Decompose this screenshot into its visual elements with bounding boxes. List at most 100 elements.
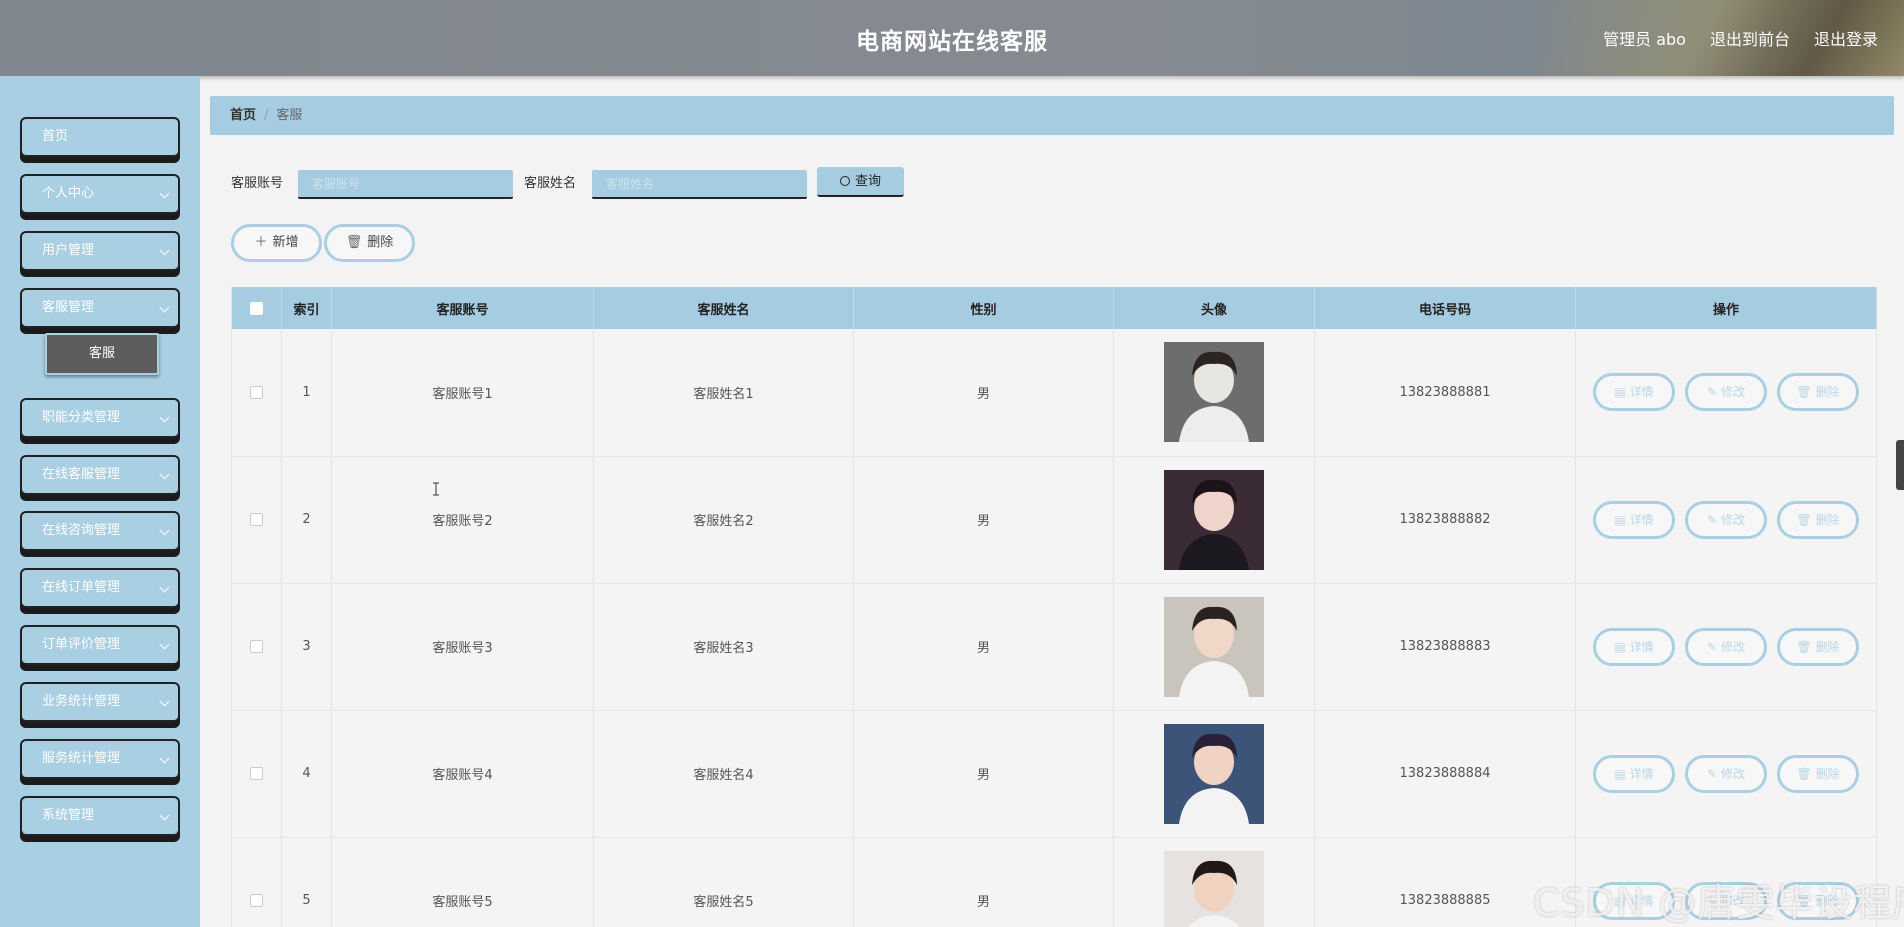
- detail-button[interactable]: ▤ 详情: [1593, 500, 1675, 539]
- name-cell: 客服姓名5: [593, 837, 854, 927]
- name-search-label: 客服姓名: [524, 176, 577, 191]
- column-header: 客服账号: [331, 287, 594, 329]
- sidebar-item-service-stats-management[interactable]: 服务统计管理: [20, 739, 180, 779]
- chevron-down-icon: [159, 696, 170, 707]
- delete-button[interactable]: 🗑 删除: [1777, 627, 1859, 666]
- actions-cell: ▤ 详情 ✎ 修改 🗑 删除: [1575, 456, 1877, 584]
- table-row[interactable]: 3 客服账号3 客服姓名3 男 13823888883 ▤ 详情 ✎ 修改 🗑 删除: [231, 583, 1877, 711]
- top-header: 电商网站在线客服 管理员 abo 退出到前台 退出登录: [0, 0, 1904, 76]
- delete-button[interactable]: 🗑 删除: [1777, 754, 1859, 793]
- trash-icon: 🗑: [1796, 385, 1812, 400]
- name-cell: 客服姓名2: [593, 456, 854, 584]
- breadcrumb: 首页 / 客服: [210, 96, 1894, 135]
- select-all-cell: [231, 287, 282, 329]
- detail-button-label: 详情: [1629, 512, 1654, 527]
- admin-user-link[interactable]: 管理员 abo: [1603, 26, 1686, 50]
- index-cell: 1: [281, 329, 332, 457]
- query-button-label: 查询: [854, 174, 881, 189]
- plus-icon: ＋: [254, 235, 268, 250]
- sidebar-item-label: 用户管理: [42, 243, 95, 258]
- phone-cell: 13823888884: [1314, 710, 1576, 838]
- pencil-icon: ✎: [1706, 385, 1718, 400]
- delete-button-label: 删除: [1815, 385, 1840, 400]
- add-button[interactable]: ＋ 新增: [231, 224, 322, 262]
- document-icon: ▤: [1614, 766, 1626, 781]
- sidebar-item-business-stats-management[interactable]: 业务统计管理: [20, 682, 180, 722]
- account-cell: 客服账号2: [331, 456, 594, 584]
- account-cell: 客服账号4: [331, 710, 594, 838]
- chevron-down-icon: [159, 412, 170, 423]
- delete-button[interactable]: 🗑 删除: [1777, 500, 1859, 539]
- sidebar-item-customer-service-management[interactable]: 客服管理: [20, 288, 180, 328]
- sidebar-item-online-order-management[interactable]: 在线订单管理: [20, 568, 180, 608]
- table-row[interactable]: 2 客服账号2 客服姓名2 男 13823888882 ▤ 详情 ✎ 修改 🗑 删除: [231, 456, 1877, 584]
- page-scrollbar-handle[interactable]: [1896, 440, 1904, 490]
- edit-button[interactable]: ✎ 修改: [1685, 754, 1767, 793]
- sidebar-item-home[interactable]: 首页: [20, 117, 180, 157]
- edit-button[interactable]: ✎ 修改: [1685, 373, 1767, 412]
- chevron-down-icon: [159, 525, 170, 536]
- detail-button[interactable]: ▤ 详情: [1593, 754, 1675, 793]
- sidebar-item-system-management[interactable]: 系统管理: [20, 796, 180, 836]
- detail-button-label: 详情: [1629, 639, 1654, 654]
- edit-button[interactable]: ✎ 修改: [1685, 500, 1767, 539]
- row-checkbox[interactable]: [250, 513, 263, 526]
- gender-cell: 男: [853, 583, 1114, 711]
- row-checkbox[interactable]: [250, 640, 263, 653]
- back-to-frontend-link[interactable]: 退出到前台: [1710, 26, 1790, 50]
- select-all-checkbox[interactable]: [250, 301, 263, 315]
- row-checkbox[interactable]: [250, 385, 263, 399]
- breadcrumb-home[interactable]: 首页: [230, 108, 256, 123]
- sidebar-item-label: 个人中心: [42, 186, 95, 201]
- row-checkbox[interactable]: [250, 767, 263, 780]
- table-row[interactable]: 4 客服账号4 客服姓名4 男 13823888884 ▤ 详情 ✎ 修改 🗑 删除: [231, 710, 1877, 838]
- submenu-item-customer-service[interactable]: 客服: [45, 333, 159, 375]
- sidebar-item-label: 在线订单管理: [42, 580, 121, 595]
- actions-cell: ▤ 详情 ✎ 修改 🗑 删除: [1575, 710, 1877, 838]
- actions-cell: ▤ 详情 ✎ 修改 🗑 删除: [1575, 583, 1877, 711]
- sidebar-item-label: 职能分类管理: [42, 410, 121, 425]
- logout-link[interactable]: 退出登录: [1814, 26, 1878, 50]
- trash-icon: 🗑: [1796, 639, 1812, 654]
- sidebar-item-personal-center[interactable]: 个人中心: [20, 174, 180, 214]
- detail-button[interactable]: ▤ 详情: [1593, 373, 1675, 412]
- index-cell: 2: [281, 456, 332, 584]
- avatar: [1164, 342, 1264, 443]
- edit-button[interactable]: ✎ 修改: [1685, 627, 1767, 666]
- sidebar-item-order-review-management[interactable]: 订单评价管理: [20, 625, 180, 665]
- phone-cell: 13823888883: [1314, 583, 1576, 711]
- chevron-down-icon: [159, 188, 170, 199]
- name-cell: 客服姓名4: [593, 710, 854, 838]
- breadcrumb-current: 客服: [276, 108, 303, 123]
- delete-button-label: 删除: [1815, 639, 1840, 654]
- trash-icon: 🗑: [345, 235, 363, 250]
- chevron-down-icon: [159, 469, 170, 480]
- text-cursor-icon: [433, 482, 439, 496]
- column-header: 电话号码: [1314, 287, 1576, 329]
- row-checkbox[interactable]: [250, 894, 263, 907]
- document-icon: ▤: [1614, 639, 1626, 654]
- delete-button[interactable]: 🗑 删除: [1777, 373, 1859, 412]
- account-search-input[interactable]: [298, 170, 513, 199]
- avatar: [1164, 596, 1264, 697]
- sidebar-item-online-service-management[interactable]: 在线客服管理: [20, 455, 180, 495]
- sidebar-item-function-category-management[interactable]: 职能分类管理: [20, 398, 180, 438]
- row-select-cell: [231, 710, 282, 838]
- gender-cell: 男: [853, 710, 1114, 838]
- sidebar-item-online-consult-management[interactable]: 在线咨询管理: [20, 511, 180, 551]
- batch-delete-button[interactable]: 🗑 删除: [324, 224, 415, 262]
- query-button[interactable]: 查询: [817, 167, 904, 197]
- detail-button[interactable]: ▤ 详情: [1593, 627, 1675, 666]
- name-search-input[interactable]: [592, 170, 807, 199]
- header-nav: 管理员 abo 退出到前台 退出登录: [1603, 26, 1878, 50]
- row-select-cell: [231, 456, 282, 584]
- avatar-cell: [1113, 710, 1315, 838]
- breadcrumb-separator: /: [264, 108, 269, 123]
- pencil-icon: ✎: [1706, 512, 1718, 527]
- phone-cell: 13823888882: [1314, 456, 1576, 584]
- table-row[interactable]: 1 客服账号1 客服姓名1 男 13823888881 ▤ 详情 ✎ 修改 🗑 删除: [231, 329, 1877, 457]
- delete-button-label: 删除: [1815, 512, 1840, 527]
- row-select-cell: [231, 329, 282, 457]
- sidebar-item-user-management[interactable]: 用户管理: [20, 231, 180, 271]
- account-cell: 客服账号1: [331, 329, 594, 457]
